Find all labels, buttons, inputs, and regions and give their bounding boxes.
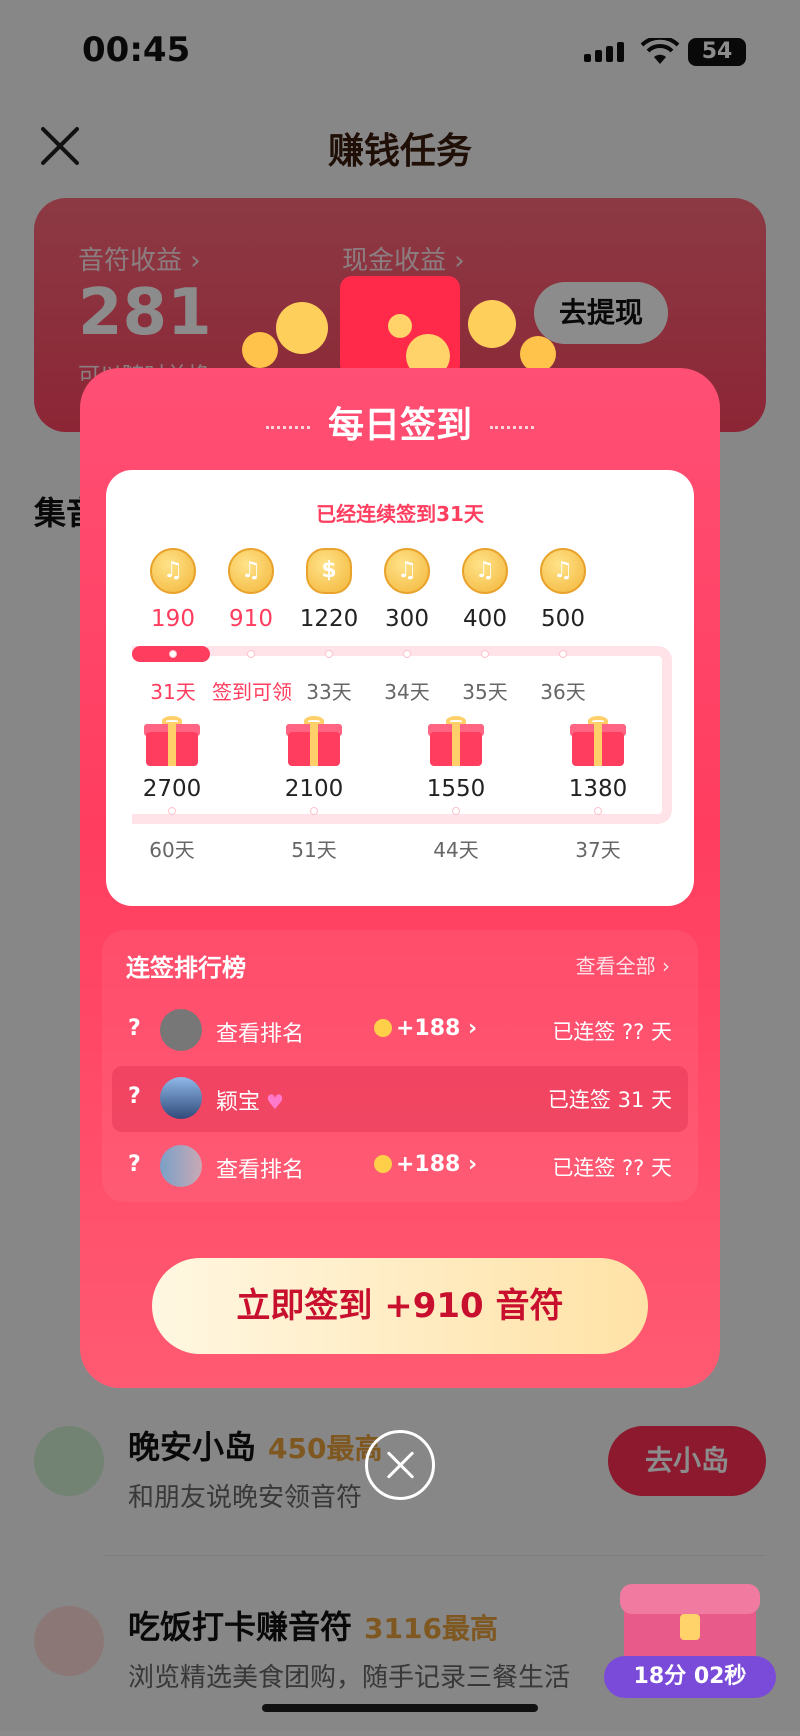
reward-amount: 190 — [151, 606, 195, 632]
reward-amount: 500 — [541, 606, 585, 632]
reward-amount: 1550 — [426, 776, 486, 802]
progress-dot — [169, 650, 177, 658]
streak-count: 已连签 ?? 天 — [552, 1020, 672, 1044]
day-label: 33天 — [306, 680, 352, 704]
progress-dot — [325, 650, 333, 658]
avatar — [160, 1077, 202, 1119]
day-label: 35天 — [462, 680, 508, 704]
day-label: 60天 — [149, 838, 195, 862]
view-all-link[interactable]: 查看全部 › — [576, 950, 670, 979]
music-coin-icon: ♫ — [228, 548, 274, 594]
daily-checkin-modal: 每日签到 已经连续签到31天 ♫ ♫ $ ♫ ♫ ♫ 190 910 1220 … — [80, 368, 720, 1388]
coins-envelope-decoration — [242, 276, 556, 378]
user-name: 查看排名 — [216, 1022, 305, 1047]
rank-number: ? — [128, 1084, 141, 1109]
bonus-link[interactable]: +188 › — [374, 1016, 477, 1041]
rank-number: ? — [128, 1152, 141, 1177]
reward-amount: 910 — [229, 606, 273, 632]
home-indicator — [262, 1704, 538, 1712]
progress-dot — [594, 807, 602, 815]
coin-icon — [374, 1155, 392, 1173]
day-label: 36天 — [540, 680, 586, 704]
day-label: 51天 — [291, 838, 337, 862]
streak-text: 已经连续签到31天 — [316, 502, 484, 526]
reward-amount: 1220 — [299, 606, 359, 632]
heart-icon: ♥ — [266, 1090, 284, 1114]
music-coin-icon: ♫ — [150, 548, 196, 594]
leaderboard-row-self: ? 颖宝 ♥ 已连签 31 天 — [112, 1066, 688, 1132]
countdown-timer: 18分 02秒 — [604, 1656, 776, 1698]
user-name: 查看排名 — [216, 1158, 305, 1183]
streak-count: 已连签 ?? 天 — [552, 1156, 672, 1180]
progress-dot — [310, 807, 318, 815]
progress-dot — [559, 650, 567, 658]
reward-amount: 1380 — [568, 776, 628, 802]
sign-in-button[interactable]: 立即签到 +910 音符 — [152, 1258, 648, 1354]
coin-stack-icon: $ — [306, 548, 352, 594]
bonus-link[interactable]: +188 › — [374, 1152, 477, 1177]
day-label: 44天 — [433, 838, 479, 862]
streak-leaderboard: 连签排行榜 查看全部 › ? 查看排名 +188 › 已连签 ?? 天 ? 颖宝… — [102, 930, 698, 1202]
modal-close-icon[interactable] — [365, 1430, 435, 1500]
music-coin-icon: ♫ — [462, 548, 508, 594]
modal-title: 每日签到 — [80, 396, 720, 448]
gift-box-icon — [570, 716, 626, 766]
reward-amount: 2700 — [142, 776, 202, 802]
leaderboard-title: 连签排行榜 — [126, 954, 246, 982]
avatar — [160, 1009, 202, 1051]
day-label: 34天 — [384, 680, 430, 704]
reward-amount: 2100 — [284, 776, 344, 802]
progress-dot — [403, 650, 411, 658]
rank-number: ? — [128, 1016, 141, 1041]
music-coin-icon: ♫ — [540, 548, 586, 594]
avatar — [160, 1145, 202, 1187]
leaderboard-row[interactable]: ? 查看排名 +188 › 已连签 ?? 天 — [112, 998, 688, 1064]
user-name: 颖宝 ♥ — [216, 1090, 284, 1115]
gift-box-icon — [286, 716, 342, 766]
leaderboard-row[interactable]: ? 查看排名 +188 › 已连签 ?? 天 — [112, 1134, 688, 1200]
day-label: 37天 — [575, 838, 621, 862]
checkin-card: 已经连续签到31天 ♫ ♫ $ ♫ ♫ ♫ 190 910 1220 300 4… — [106, 470, 694, 906]
progress-dot — [452, 807, 460, 815]
gift-box-icon — [428, 716, 484, 766]
progress-dot — [168, 807, 176, 815]
reward-amount: 400 — [463, 606, 507, 632]
music-coin-icon: ♫ — [384, 548, 430, 594]
streak-count: 已连签 31 天 — [547, 1088, 672, 1112]
gift-box-icon — [144, 716, 200, 766]
coin-icon — [374, 1019, 392, 1037]
progress-dot — [247, 650, 255, 658]
reward-amount: 300 — [385, 606, 429, 632]
progress-dot — [481, 650, 489, 658]
